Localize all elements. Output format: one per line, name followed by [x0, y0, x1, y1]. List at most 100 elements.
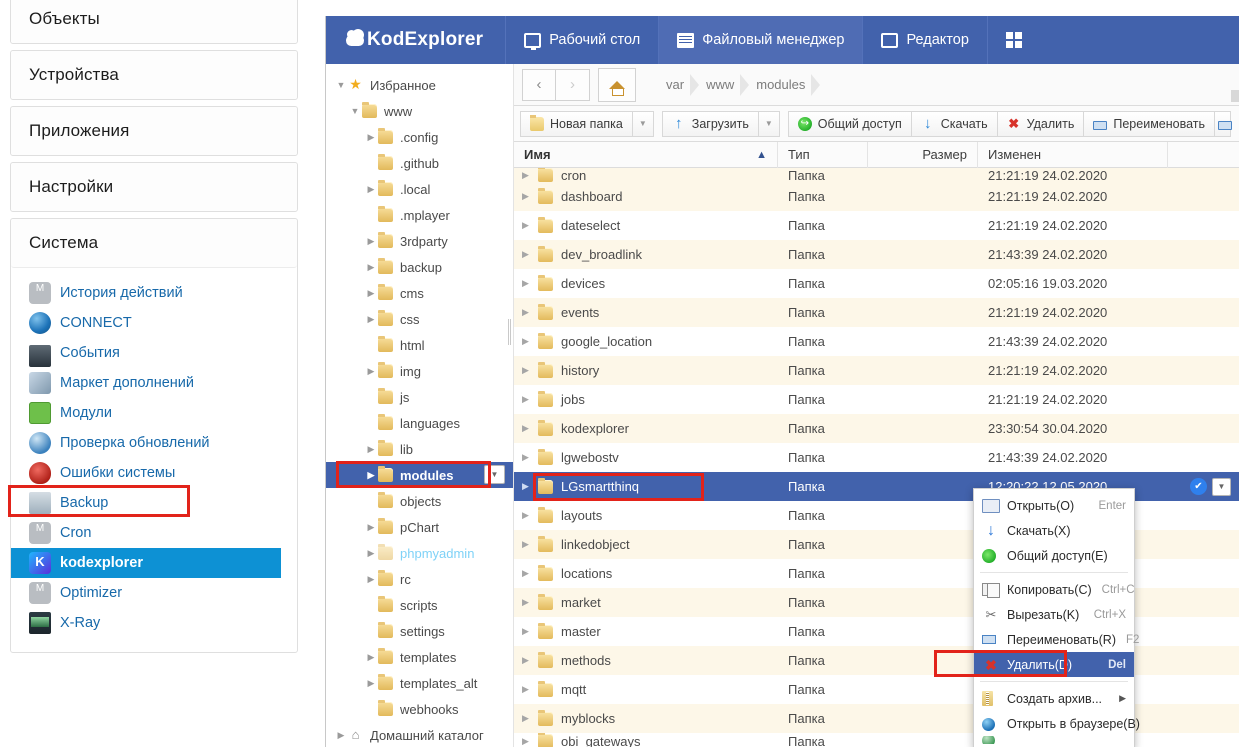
- panel-scrollbar[interactable]: [1231, 90, 1239, 102]
- chevron-down-icon[interactable]: ▼: [334, 81, 348, 90]
- menu-item-copy[interactable]: Копировать(C) Ctrl+C: [974, 577, 1134, 602]
- nav-group-header-devices[interactable]: Устройства: [11, 51, 297, 99]
- table-row[interactable]: ▶history Папка 21:21:19 24.02.2020: [514, 356, 1239, 385]
- table-row[interactable]: ▶events Папка 21:21:19 24.02.2020: [514, 298, 1239, 327]
- expand-chevron-icon[interactable]: ▶: [522, 191, 538, 202]
- expand-chevron-icon[interactable]: ▶: [522, 655, 538, 666]
- chevron-right-icon[interactable]: ▶: [364, 315, 378, 324]
- menu-item-cut[interactable]: Вырезать(K) Ctrl+X: [974, 602, 1134, 627]
- caret-down-icon[interactable]: ▼: [1212, 478, 1231, 496]
- upload-caret[interactable]: ▼: [759, 111, 780, 137]
- column-header-type[interactable]: Тип: [778, 142, 868, 168]
- menu-item-open-in-browser[interactable]: Открыть в браузере(B): [974, 711, 1134, 736]
- chevron-right-icon[interactable]: ▶: [364, 237, 378, 246]
- nav-group-objects[interactable]: Объекты: [10, 0, 298, 44]
- delete-button[interactable]: Удалить: [998, 111, 1085, 137]
- expand-chevron-icon[interactable]: ▶: [522, 481, 538, 492]
- tree-node-mplayer[interactable]: .mplayer: [326, 202, 513, 228]
- rename-button[interactable]: Переименовать: [1084, 111, 1215, 137]
- menu-item-download[interactable]: Скачать(X): [974, 518, 1134, 543]
- nav-group-apps[interactable]: Приложения: [10, 106, 298, 156]
- tree-node-menu-button[interactable]: ▼: [484, 465, 505, 484]
- tab-apps-grid[interactable]: [987, 16, 1040, 64]
- sidebar-item-updates[interactable]: Проверка обновлений: [11, 428, 297, 458]
- chevron-down-icon[interactable]: ▼: [348, 107, 362, 116]
- more-button[interactable]: [1215, 111, 1231, 137]
- tree-node-scripts[interactable]: scripts: [326, 592, 513, 618]
- expand-chevron-icon[interactable]: ▶: [522, 307, 538, 318]
- file-tree[interactable]: ▼ ★ Избранное ▼ www ▶ .config .g: [326, 64, 514, 747]
- chevron-right-icon[interactable]: ▶: [364, 575, 378, 584]
- expand-chevron-icon[interactable]: ▶: [522, 365, 538, 376]
- table-row[interactable]: ▶jobs Папка 21:21:19 24.02.2020: [514, 385, 1239, 414]
- expand-chevron-icon[interactable]: ▶: [522, 394, 538, 405]
- nav-group-system[interactable]: Система История действий CONNECT События…: [10, 218, 298, 653]
- tree-node-webhooks[interactable]: webhooks: [326, 696, 513, 722]
- tree-node-rc[interactable]: ▶ rc: [326, 566, 513, 592]
- tree-node-templates[interactable]: ▶ templates: [326, 644, 513, 670]
- tree-node-pchart[interactable]: ▶ pChart: [326, 514, 513, 540]
- expand-chevron-icon[interactable]: ▶: [522, 713, 538, 724]
- menu-item-partial[interactable]: [974, 736, 1134, 744]
- breadcrumb-www[interactable]: www: [690, 68, 740, 102]
- tree-node-github[interactable]: .github: [326, 150, 513, 176]
- tree-node-home-dir[interactable]: ▶ ⌂ Домашний каталог: [326, 722, 513, 747]
- forward-button[interactable]: ›: [556, 69, 590, 101]
- expand-chevron-icon[interactable]: ▶: [522, 510, 538, 521]
- table-row[interactable]: ▶lgwebostv Папка 21:43:39 24.02.2020: [514, 443, 1239, 472]
- nav-group-devices[interactable]: Устройства: [10, 50, 298, 100]
- tree-node-favorites[interactable]: ▼ ★ Избранное: [326, 72, 513, 98]
- menu-item-rename[interactable]: Переименовать(R) F2: [974, 627, 1134, 652]
- tree-node-cms[interactable]: ▶ cms: [326, 280, 513, 306]
- chevron-right-icon[interactable]: ▶: [364, 653, 378, 662]
- expand-chevron-icon[interactable]: ▶: [522, 249, 538, 260]
- chevron-right-icon[interactable]: ▶: [364, 185, 378, 194]
- menu-item-delete[interactable]: Удалить(D) Del: [974, 652, 1134, 677]
- tree-node-img[interactable]: ▶ img: [326, 358, 513, 384]
- expand-chevron-icon[interactable]: ▶: [522, 170, 538, 181]
- sidebar-item-history[interactable]: История действий: [11, 278, 297, 308]
- table-row[interactable]: ▶dateselect Папка 21:21:19 24.02.2020: [514, 211, 1239, 240]
- breadcrumb-modules[interactable]: modules: [740, 68, 811, 102]
- share-button[interactable]: Общий доступ: [788, 111, 912, 137]
- expand-chevron-icon[interactable]: ▶: [522, 568, 538, 579]
- tree-node-css[interactable]: ▶ css: [326, 306, 513, 332]
- tree-node-phpmyadmin[interactable]: ▶ phpmyadmin: [326, 540, 513, 566]
- tree-node-templates-alt[interactable]: ▶ templates_alt: [326, 670, 513, 696]
- nav-group-header-objects[interactable]: Объекты: [11, 0, 297, 43]
- tree-node-objects[interactable]: objects: [326, 488, 513, 514]
- chevron-right-icon[interactable]: ▶: [364, 263, 378, 272]
- tree-node-html[interactable]: html: [326, 332, 513, 358]
- table-row[interactable]: ▶kodexplorer Папка 23:30:54 30.04.2020: [514, 414, 1239, 443]
- tree-node-lib[interactable]: ▶ lib: [326, 436, 513, 462]
- new-folder-caret[interactable]: ▼: [633, 111, 654, 137]
- sidebar-item-kodexplorer[interactable]: kodexplorer: [11, 548, 281, 578]
- tab-editor[interactable]: Редактор: [862, 16, 986, 64]
- column-header-size[interactable]: Размер: [868, 142, 978, 168]
- chevron-right-icon[interactable]: ▶: [364, 523, 378, 532]
- menu-item-create-archive[interactable]: Создать архив... ▶: [974, 686, 1134, 711]
- tree-scrollbar[interactable]: [508, 319, 511, 345]
- tree-node-settings[interactable]: settings: [326, 618, 513, 644]
- expand-chevron-icon[interactable]: ▶: [522, 423, 538, 434]
- column-header-modified[interactable]: Изменен: [978, 142, 1168, 168]
- table-row[interactable]: ▶google_location Папка 21:43:39 24.02.20…: [514, 327, 1239, 356]
- tree-node-config[interactable]: ▶ .config: [326, 124, 513, 150]
- tree-node-js[interactable]: js: [326, 384, 513, 410]
- download-button[interactable]: Скачать: [912, 111, 998, 137]
- expand-chevron-icon[interactable]: ▶: [522, 539, 538, 550]
- expand-chevron-icon[interactable]: ▶: [522, 220, 538, 231]
- chevron-right-icon[interactable]: ▶: [364, 133, 378, 142]
- sidebar-item-modules[interactable]: Модули: [11, 398, 297, 428]
- sort-asc-icon[interactable]: ▲: [756, 149, 767, 161]
- column-header-name[interactable]: Имя ▲: [514, 142, 778, 168]
- nav-group-header-settings[interactable]: Настройки: [11, 163, 297, 211]
- sidebar-item-backup[interactable]: Backup: [11, 488, 297, 518]
- table-row[interactable]: ▶devices Папка 02:05:16 19.03.2020: [514, 269, 1239, 298]
- table-row[interactable]: ▶dashboard Папка 21:21:19 24.02.2020: [514, 182, 1239, 211]
- sidebar-item-optimizer[interactable]: Optimizer: [11, 578, 297, 608]
- sidebar-item-xray[interactable]: X-Ray: [11, 608, 297, 638]
- table-row[interactable]: ▶cron Папка 21:21:19 24.02.2020: [514, 168, 1239, 182]
- chevron-right-icon[interactable]: ▶: [364, 445, 378, 454]
- context-menu[interactable]: Открыть(O) Enter Скачать(X) Общий доступ…: [973, 488, 1135, 747]
